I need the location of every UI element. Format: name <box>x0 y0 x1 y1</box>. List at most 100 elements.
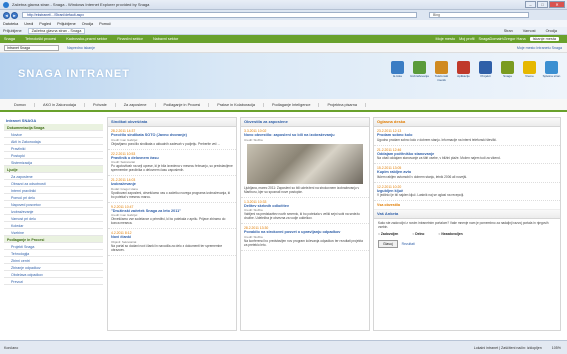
top-link-processes[interactable]: Tehnološki procesi <box>25 37 56 41</box>
top-link-hr[interactable]: Kadrovsko-pravni sektor <box>66 37 107 41</box>
menu-edit[interactable]: Uredi <box>24 22 33 26</box>
menu-favorites[interactable]: Priljubljene <box>57 22 76 26</box>
quick-link-icon <box>413 61 426 74</box>
post-body: Na portal so dodani novi članki in navod… <box>111 243 223 252</box>
site-tab[interactable]: Podlaganje in Procesi <box>156 102 210 107</box>
maximize-button[interactable]: □ <box>537 1 548 8</box>
site-tab[interactable]: Domov <box>6 102 36 107</box>
news-item: 28.2.2011 13:30 Povabilo na strokovni pos… <box>241 224 369 251</box>
quick-link-label: Spletna stran <box>542 74 561 78</box>
news-item: 9.2.2011 10:47 "Družinski začetek Snaga z… <box>108 203 236 229</box>
site-brand: SNAGA INTRANET <box>18 68 130 80</box>
quick-link-icon <box>479 61 492 74</box>
site-tab[interactable]: Pohvale <box>85 102 116 107</box>
vote-button[interactable]: Glasuj <box>378 240 398 248</box>
menu-tools[interactable]: Orodja <box>82 22 93 26</box>
favorites-button[interactable]: Priljubljene <box>3 29 22 33</box>
sidebar-item[interactable]: Dokumentacija Snaga <box>4 124 103 131</box>
sidebar-item[interactable]: Varnost pri delu <box>4 215 103 222</box>
top-link-snaga[interactable]: Snaga <box>4 37 15 41</box>
post-body: Po ugotovitvah na seji uprave, ki je bil… <box>111 164 233 172</box>
employee-news-heading: Obvestila za zaposlene <box>241 118 369 127</box>
site-tab[interactable]: AKO in Zakonodaja <box>35 102 85 107</box>
menu-help[interactable]: Pomoč <box>99 22 111 26</box>
sidebar-item[interactable]: Zbirni centri <box>4 257 103 264</box>
menu-file[interactable]: Datoteka <box>3 22 18 26</box>
scope-select[interactable]: Intranet Snaga <box>4 44 59 51</box>
zoom-level[interactable]: 105% <box>552 346 561 350</box>
url-field[interactable]: http://ekstranet/.../Strani/default.aspx <box>22 12 417 18</box>
site-tab[interactable]: Podlaganje Inteligence <box>264 102 320 107</box>
post-body: Ljubljana, marec 2011: Zaposleni so bili… <box>244 185 360 194</box>
top-link-finance[interactable]: Finančni sektor <box>117 37 143 41</box>
site-tab[interactable]: Prakse in Kolaboracija <box>209 102 265 107</box>
quick-link[interactable]: Projekti <box>476 61 495 82</box>
quick-link-label: Vreme <box>525 74 534 78</box>
sidebar-item[interactable]: Izobraževanje <box>4 208 103 215</box>
quick-link[interactable]: Vreme <box>520 61 539 82</box>
sidebar-item[interactable]: Obrazci za odsotnosti <box>4 180 103 187</box>
quick-link[interactable]: E-šola <box>388 61 407 82</box>
all-notices-link[interactable]: Vsa obvestila <box>374 201 560 210</box>
search-bar: Intranet Snaga Napredno iskanje Moje mes… <box>0 43 567 53</box>
advanced-search-link[interactable]: Napredno iskanje <box>67 46 95 50</box>
my-site-link[interactable]: Moje mesto <box>435 37 455 41</box>
back-button[interactable]: ◄ <box>3 11 10 19</box>
sidebar-item[interactable]: Obdelava odpadkov <box>4 271 103 278</box>
sidebar-item[interactable]: Pomoč pri delu <box>4 194 103 201</box>
page-menu[interactable]: Stran <box>504 29 513 33</box>
sidebar-item[interactable]: Koledar <box>4 222 103 229</box>
status-bar: Končano Lokalni intranet | Zaščiteni nač… <box>0 340 567 354</box>
poll-option[interactable]: ○ Nezadovoljen <box>438 232 462 236</box>
minimize-button[interactable]: – <box>525 1 536 8</box>
sidebar-item[interactable]: Za zaposlene <box>4 173 103 180</box>
sidebar-item[interactable]: Prevozi <box>4 278 103 285</box>
quick-link[interactable]: Spletna stran <box>542 61 561 82</box>
post-body: Obveščamo vse sodelavce o prireditvi, ki… <box>111 217 226 225</box>
sidebar-item[interactable]: Ljudje <box>4 166 103 173</box>
site-tab[interactable]: Za zaposlene <box>116 102 156 107</box>
news-item: 15.2.2011 13:05 Kupim rabljen avto Iščem r… <box>374 164 560 183</box>
post-body: Vabljeni na predstavitev novih smernic, … <box>244 212 360 220</box>
quick-link[interactable]: Snaga <box>498 61 517 82</box>
site-tab[interactable]: Projektna pisarna <box>319 102 366 107</box>
menu-view[interactable]: Pogled <box>39 22 51 26</box>
browser-tab[interactable]: Začetna glavna stran - Snaga <box>27 27 86 34</box>
browser-search-input[interactable]: Bing <box>429 12 529 18</box>
sidebar-item[interactable]: Novice <box>4 131 103 138</box>
quick-link-label: Telefonski imenik <box>434 74 449 82</box>
quick-link[interactable]: Izobraževanja <box>410 61 429 82</box>
site-search-button[interactable]: Iskanje mesta <box>529 37 559 41</box>
sidebar-item[interactable]: Podlaganje in Procesi <box>4 236 103 243</box>
quick-link[interactable]: Aplikacije <box>454 61 473 82</box>
poll-question: Kako ste zadovoljni z novim intranetnim … <box>378 221 549 229</box>
sidebar-item[interactable]: Napoved posvetov <box>4 201 103 208</box>
poll-option[interactable]: ○ Delno <box>412 232 424 236</box>
sidebar-item[interactable]: Pravilniki <box>4 145 103 152</box>
top-link-purchasing[interactable]: Nabavni sektor <box>153 37 178 41</box>
sidebar-item[interactable]: Interni pravilniki <box>4 187 103 194</box>
bulletin-heading: Oglasna deska <box>374 118 560 127</box>
sidebar-item[interactable]: Postopki <box>4 152 103 159</box>
quick-link[interactable]: Telefonski imenik <box>432 61 451 82</box>
tools-menu[interactable]: Orodja <box>546 29 557 33</box>
my-site-intranet-link[interactable]: Moje mesto Intranetu Snaga <box>517 46 562 50</box>
sidebar-item[interactable]: Akti in Zakonodaja <box>4 138 103 145</box>
safety-menu[interactable]: Varnost <box>523 29 536 33</box>
close-button[interactable]: ✕ <box>549 1 565 8</box>
sidebar-item[interactable]: Vsebine <box>4 229 103 236</box>
news-item: 12.2.2011 10:20 Izgubljen ključ V jedilnic… <box>374 183 560 201</box>
address-bar: ◄ ► http://ekstranet/.../Strani/default.… <box>0 10 567 20</box>
quick-launch: Intranet SNAGA Dokumentacija Snaga Novice… <box>4 117 103 331</box>
sidebar-item[interactable]: Sistemizacija <box>4 159 103 166</box>
sidebar-head[interactable]: Intranet SNAGA <box>4 117 103 124</box>
sidebar-item[interactable]: Zbiranje odpadkov <box>4 264 103 271</box>
quick-link-icon <box>435 61 448 74</box>
poll-option[interactable]: ○ Zadovoljen <box>378 232 398 236</box>
sidebar-item[interactable]: Tehnologija <box>4 250 103 257</box>
results-link[interactable]: Rezultati <box>402 242 415 246</box>
sidebar-item[interactable]: Projekti Snaga <box>4 243 103 250</box>
my-profile-link[interactable]: Moj profil <box>459 37 474 41</box>
user-menu[interactable]: SnagaDomain\Gregor Hana <box>478 37 525 41</box>
forward-button[interactable]: ► <box>11 11 18 19</box>
